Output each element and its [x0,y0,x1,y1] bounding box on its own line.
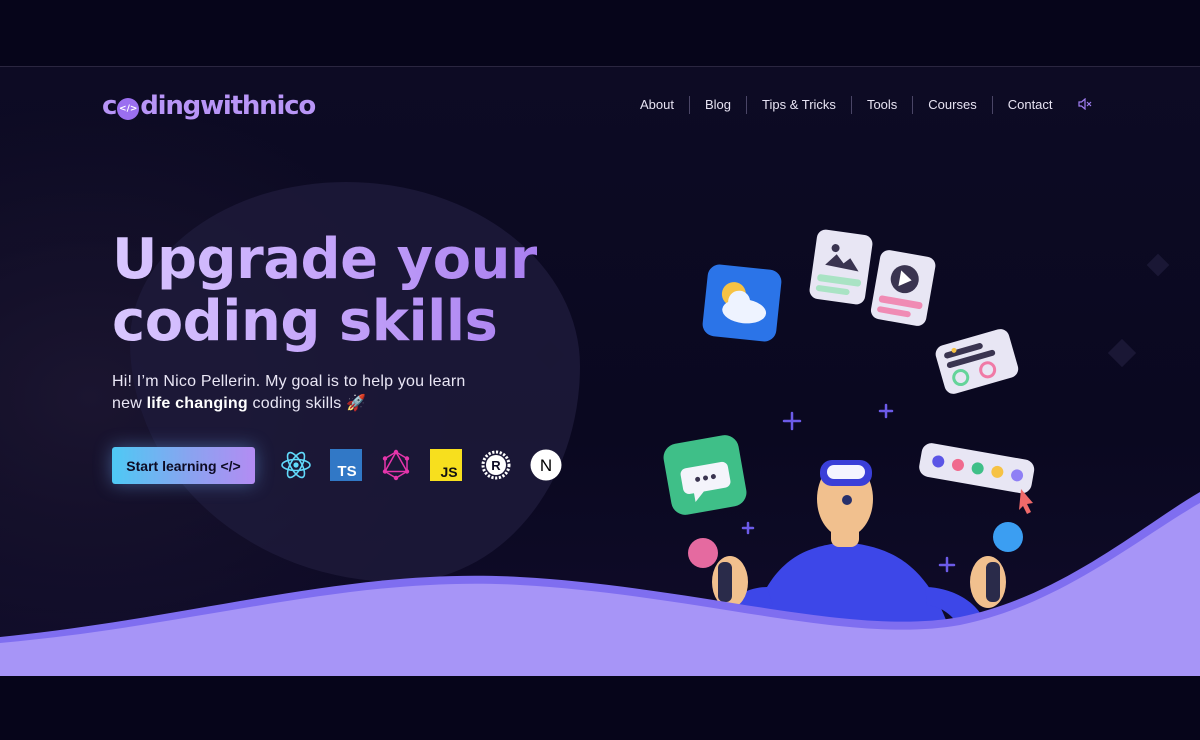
nav-tips-tricks[interactable]: Tips & Tricks [746,96,851,114]
site-logo[interactable]: c </> dingwithnico [102,91,316,121]
code-icon: </> [117,98,140,120]
hero-section: c </> dingwithnico About Blog Tips & Trick… [0,66,1200,676]
nav-contact[interactable]: Contact [991,96,1068,114]
mute-icon[interactable] [1077,97,1092,113]
nav-courses[interactable]: Courses [912,96,991,114]
hero-title: Upgrade your coding skills [112,227,538,354]
decorative-shape [1107,338,1137,368]
bottom-wave [0,492,1200,676]
nav-blog[interactable]: Blog [688,96,746,114]
hero-intro: Hi! I’m Nico Pellerin. My goal is to hel… [112,373,466,412]
main-nav: About Blog Tips & Tricks Tools Courses C… [628,96,1092,114]
nav-about[interactable]: About [628,96,689,114]
decorative-shape [1146,253,1170,277]
weather-card [702,264,782,342]
nav-tools[interactable]: Tools [850,96,912,114]
